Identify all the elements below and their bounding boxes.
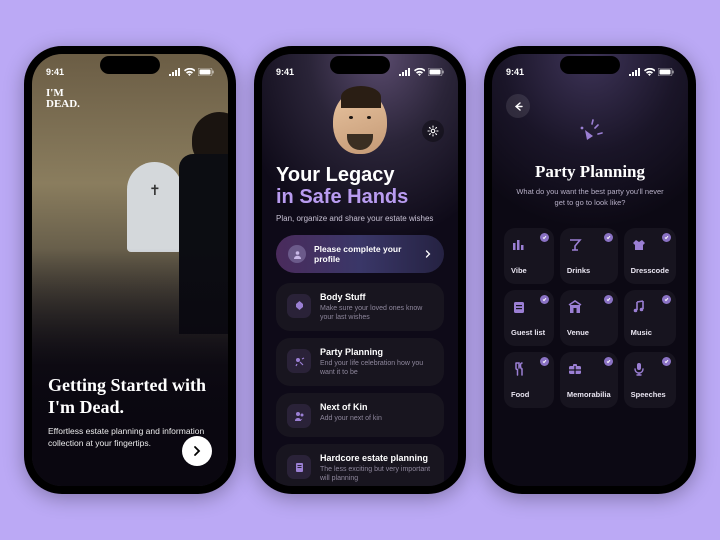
check-icon [540,295,549,304]
page-title: Party Planning [492,162,688,182]
screen-home: 9:41 Your Legacy in Safe Hands Plan, org… [262,54,458,486]
user-portrait [315,82,405,160]
card-title: Next of Kin [320,402,433,412]
tile-label: Dresscode [631,266,669,275]
status-icons [169,68,214,76]
tile-venue[interactable]: Venue [560,290,618,346]
tile-label: Food [511,390,547,399]
tile-label: Speeches [631,390,669,399]
status-icons [399,68,444,76]
music-icon [631,299,647,315]
notch [560,56,620,74]
card-title: Hardcore estate planning [320,453,433,463]
document-icon [287,455,311,479]
party-icon [287,349,311,373]
tile-dresscode[interactable]: Dresscode [624,228,676,284]
phone-home: 9:41 Your Legacy in Safe Hands Plan, org… [254,46,466,494]
battery-icon [428,68,444,76]
tile-speeches[interactable]: Speeches [624,352,676,408]
page-title: Your Legacy in Safe Hands [276,164,444,208]
card-title: Party Planning [320,347,433,357]
complete-profile-cta[interactable]: Please complete your profile [276,235,444,273]
wifi-icon [184,68,195,76]
guest-list-icon [511,299,527,315]
signal-icon [629,68,641,76]
status-icons [629,68,674,76]
arrow-left-icon [513,101,524,112]
check-icon [662,357,671,366]
page-subtitle: Plan, organize and share your estate wis… [276,214,444,223]
card-body-stuff[interactable]: Body Stuff Make sure your loved ones kno… [276,283,444,331]
tile-label: Guest list [511,328,547,337]
vibe-icon [511,237,527,253]
tile-label: Venue [567,328,611,337]
notch [100,56,160,74]
check-icon [540,233,549,242]
party-hero-icon [572,118,608,154]
tile-food[interactable]: Food [504,352,554,408]
tile-label: Drinks [567,266,611,275]
phone-onboarding: ✝ 9:41 I'M DEAD. Getting Started with I'… [24,46,236,494]
tile-memorabilia[interactable]: Memorabilia [560,352,618,408]
card-estate-planning[interactable]: Hardcore estate planning The less exciti… [276,444,444,486]
status-time: 9:41 [276,67,294,77]
drinks-icon [567,237,583,253]
status-time: 9:41 [46,67,64,77]
memorabilia-icon [567,361,583,377]
food-icon [511,361,527,377]
chevron-right-icon [424,250,432,258]
venue-icon [567,299,583,315]
card-party-planning[interactable]: Party Planning End your life celebration… [276,338,444,386]
tile-vibe[interactable]: Vibe [504,228,554,284]
check-icon [662,295,671,304]
card-subtitle: The less exciting but very important wil… [320,465,433,483]
cta-label: Please complete your profile [314,244,416,264]
chevron-right-icon [191,445,203,457]
phone-party-planning: 9:41 Party Planning What do you want the… [484,46,696,494]
card-next-of-kin[interactable]: Next of Kin Add your next of kin [276,393,444,437]
speeches-icon [631,361,647,377]
card-subtitle: Make sure your loved ones know your last… [320,304,433,322]
tile-label: Memorabilia [567,390,611,399]
battery-icon [198,68,214,76]
body-icon [287,294,311,318]
back-button[interactable] [506,94,530,118]
tile-guest-list[interactable]: Guest list [504,290,554,346]
notch [330,56,390,74]
app-logo: I'M DEAD. [46,88,80,110]
check-icon [662,233,671,242]
user-icon [288,245,306,263]
dresscode-icon [631,237,647,253]
gear-icon [427,125,439,137]
check-icon [604,295,613,304]
check-icon [604,233,613,242]
card-subtitle: Add your next of kin [320,414,433,423]
card-title: Body Stuff [320,292,433,302]
next-button[interactable] [182,436,212,466]
card-subtitle: End your life celebration how you want i… [320,359,433,377]
kin-icon [287,404,311,428]
check-icon [540,357,549,366]
signal-icon [399,68,411,76]
battery-icon [658,68,674,76]
wifi-icon [414,68,425,76]
tiles-grid: Vibe Drinks Dresscode Guest list Venue [504,228,676,408]
tile-label: Music [631,328,669,337]
screen-party-planning: 9:41 Party Planning What do you want the… [492,54,688,486]
wifi-icon [644,68,655,76]
tile-music[interactable]: Music [624,290,676,346]
screen-onboarding: ✝ 9:41 I'M DEAD. Getting Started with I'… [32,54,228,486]
page-subtitle: What do you want the best party you'll n… [492,187,688,208]
settings-button[interactable] [422,120,444,142]
check-icon [604,357,613,366]
tile-label: Vibe [511,266,547,275]
status-time: 9:41 [506,67,524,77]
page-title: Getting Started with I'm Dead. [48,375,212,418]
tile-drinks[interactable]: Drinks [560,228,618,284]
signal-icon [169,68,181,76]
